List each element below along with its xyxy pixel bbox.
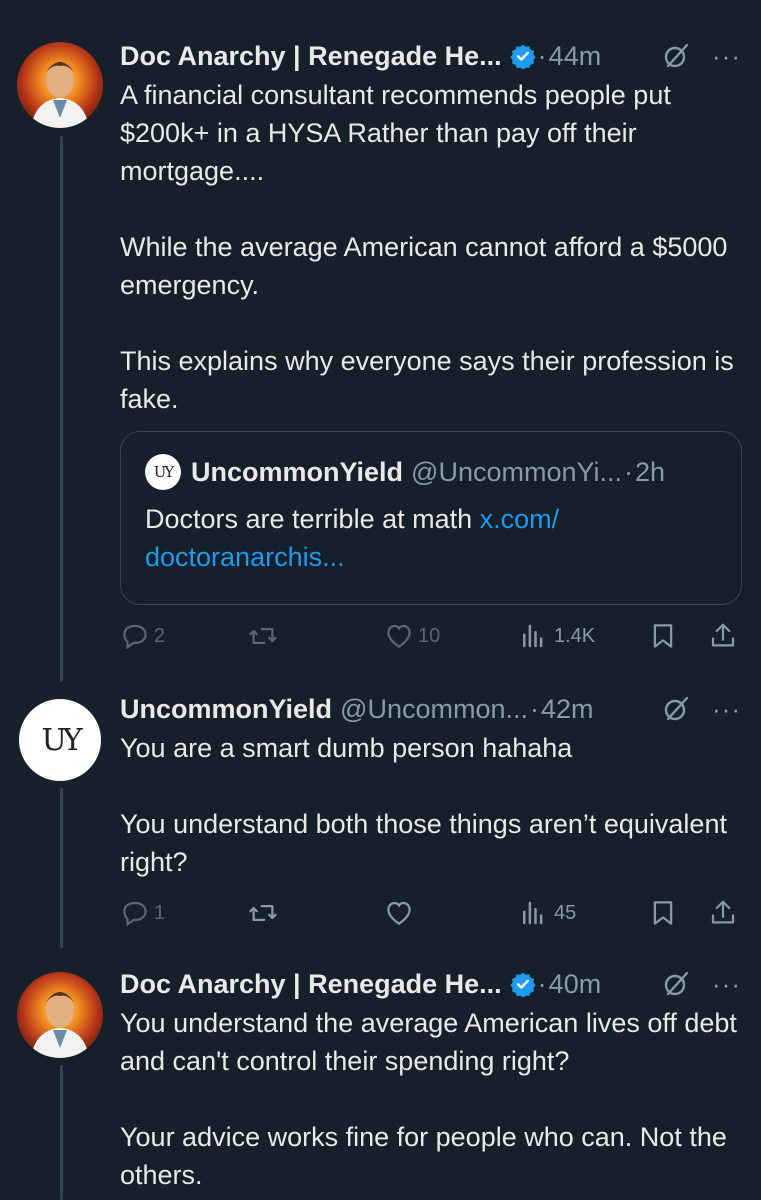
quote-text: Doctors are terrible at math x.com/ doct… bbox=[145, 504, 560, 572]
verified-badge-icon bbox=[510, 44, 536, 69]
tweet-actions: 2 10 1.4K bbox=[120, 621, 742, 655]
share-icon bbox=[711, 623, 735, 647]
tweet[interactable]: Doc Anarchy | Renegade He... · 40m ··· Y… bbox=[120, 966, 741, 1194]
avatar[interactable]: UY bbox=[17, 697, 103, 783]
tweet-actions: 1 45 bbox=[120, 898, 742, 932]
thread-line bbox=[60, 1065, 63, 1200]
timestamp[interactable]: 42m bbox=[541, 694, 594, 725]
repost-icon bbox=[249, 628, 277, 644]
views-button[interactable]: 45 bbox=[518, 898, 576, 928]
grok-icon[interactable] bbox=[662, 970, 690, 998]
tweet-header: UncommonYield @Uncommon... · 42m ··· bbox=[120, 691, 741, 727]
heart-icon bbox=[387, 901, 411, 925]
bookmark-button[interactable] bbox=[648, 621, 678, 651]
like-button[interactable] bbox=[384, 898, 418, 928]
repost-button[interactable] bbox=[248, 621, 282, 651]
quote-handle: @UncommonYi... bbox=[411, 456, 622, 487]
bookmark-icon bbox=[653, 624, 673, 648]
timestamp[interactable]: 40m bbox=[549, 969, 602, 1000]
tweet-header: Doc Anarchy | Renegade He... · 40m ··· bbox=[120, 966, 741, 1002]
views-count: 45 bbox=[554, 901, 577, 924]
reply-count: 2 bbox=[154, 624, 166, 647]
reply-count: 1 bbox=[154, 901, 166, 924]
tweet[interactable]: Doc Anarchy | Renegade He... · 44m ··· A… bbox=[120, 38, 741, 418]
tweet-text: You are a smart dumb person hahaha You u… bbox=[120, 733, 727, 877]
grok-icon[interactable] bbox=[662, 42, 690, 70]
like-count: 10 bbox=[418, 624, 441, 647]
handle[interactable]: @Uncommon... bbox=[340, 694, 528, 725]
tweet-header: Doc Anarchy | Renegade He... · 44m ··· bbox=[120, 38, 741, 74]
verified-badge-icon bbox=[510, 972, 536, 997]
timestamp[interactable]: 44m bbox=[549, 41, 602, 72]
avatar[interactable] bbox=[17, 972, 103, 1058]
separator: · bbox=[624, 456, 633, 487]
display-name[interactable]: UncommonYield bbox=[120, 694, 332, 725]
quoted-tweet[interactable]: UY UncommonYield @UncommonYi... · 2h Doc… bbox=[120, 431, 742, 605]
tweet-text: You understand the average American live… bbox=[120, 1008, 737, 1190]
views-button[interactable]: 1.4K bbox=[518, 621, 595, 651]
views-icon bbox=[523, 624, 543, 648]
display-name[interactable]: Doc Anarchy | Renegade He... bbox=[120, 969, 502, 1000]
reply-button[interactable]: 1 bbox=[120, 898, 165, 928]
like-button[interactable]: 10 bbox=[384, 621, 440, 651]
avatar[interactable] bbox=[17, 42, 103, 128]
separator: · bbox=[537, 968, 547, 999]
grok-icon[interactable] bbox=[662, 695, 690, 723]
quote-display-name: UncommonYield bbox=[191, 456, 404, 487]
share-button[interactable] bbox=[708, 898, 738, 928]
display-name[interactable]: Doc Anarchy | Renegade He... bbox=[120, 41, 502, 72]
share-icon bbox=[711, 900, 735, 924]
thread-line bbox=[60, 788, 63, 948]
quote-header: UY UncommonYield @UncommonYi... · 2h bbox=[145, 454, 717, 490]
views-icon bbox=[523, 901, 543, 925]
repost-button[interactable] bbox=[248, 898, 282, 928]
views-count: 1.4K bbox=[554, 624, 596, 647]
separator: · bbox=[537, 40, 547, 71]
share-button[interactable] bbox=[708, 621, 738, 651]
tweet-text: A financial consultant recommends people… bbox=[120, 80, 734, 414]
tweet[interactable]: UncommonYield @Uncommon... · 42m ··· You… bbox=[120, 691, 741, 881]
reply-icon bbox=[123, 624, 147, 650]
reply-icon bbox=[123, 901, 147, 927]
bookmark-button[interactable] bbox=[648, 898, 678, 928]
separator: · bbox=[530, 693, 539, 724]
thread-line bbox=[60, 136, 63, 682]
bookmark-icon bbox=[653, 901, 673, 925]
more-icon[interactable]: ··· bbox=[712, 971, 741, 997]
more-icon[interactable]: ··· bbox=[712, 43, 741, 69]
quote-timestamp: 2h bbox=[635, 456, 666, 487]
repost-icon bbox=[249, 905, 277, 921]
heart-icon bbox=[387, 624, 411, 648]
quote-avatar: UY bbox=[145, 454, 181, 490]
more-icon[interactable]: ··· bbox=[712, 696, 741, 722]
reply-button[interactable]: 2 bbox=[120, 621, 165, 651]
